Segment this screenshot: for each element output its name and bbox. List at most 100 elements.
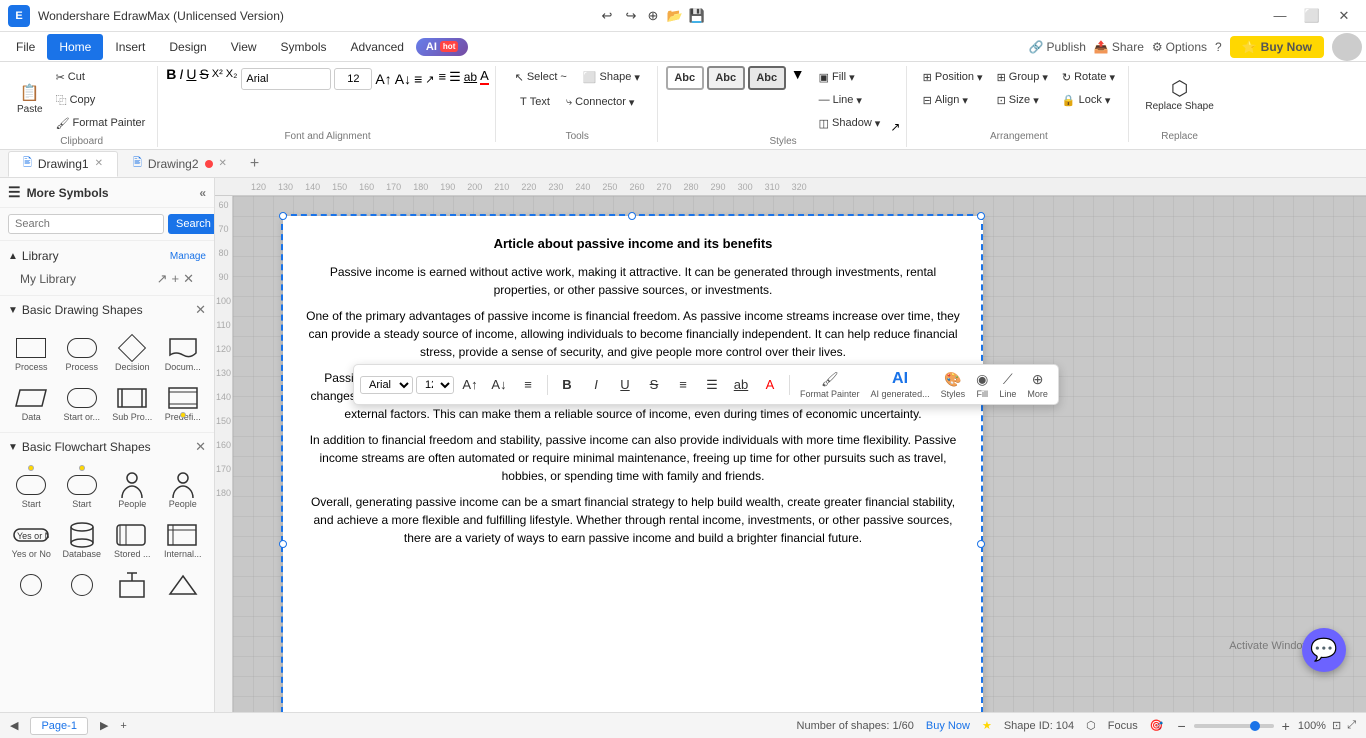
shadow-btn[interactable]: ◫ Shadow ▾ xyxy=(813,112,887,134)
basic-drawing-shapes-header[interactable]: ▼ Basic Drawing Shapes ✕ xyxy=(0,296,214,324)
add-tab-btn[interactable]: + xyxy=(242,151,267,177)
buy-now-btn[interactable]: ⭐ Buy Now xyxy=(1230,36,1324,58)
shape-item-data[interactable]: Data xyxy=(8,380,55,426)
bullet-icon[interactable]: ☰ xyxy=(449,69,461,85)
shape-item-start-end[interactable]: Start or... xyxy=(59,380,106,426)
undo-btn[interactable]: ↩ xyxy=(596,6,618,26)
fit-page-btn[interactable]: ⊡ xyxy=(1332,719,1341,732)
basic-flowchart-shapes-close-btn[interactable]: ✕ xyxy=(195,439,206,455)
align-btn[interactable]: ⊟ Align ▾ xyxy=(917,89,989,111)
minimize-btn[interactable]: — xyxy=(1266,5,1294,27)
size-btn[interactable]: ⊡ Size ▾ xyxy=(991,89,1054,111)
shape-item-extra4[interactable] xyxy=(160,567,207,603)
text-align-icon[interactable]: ≡ xyxy=(438,69,446,84)
maximize-btn[interactable]: ⬜ xyxy=(1298,5,1326,27)
close-tab-drawing1[interactable]: ✕ xyxy=(95,158,103,169)
rotate-btn[interactable]: ↻ Rotate ▾ xyxy=(1056,66,1121,88)
font-decrease-icon[interactable]: A↓ xyxy=(395,71,411,87)
panel-collapse-btn[interactable]: « xyxy=(199,186,206,200)
shape-btn[interactable]: ⬜ Shape ▾ xyxy=(577,66,646,88)
zoom-in-btn[interactable]: + xyxy=(1280,716,1292,736)
basic-flowchart-shapes-header[interactable]: ▼ Basic Flowchart Shapes ✕ xyxy=(0,433,214,461)
layers-icon[interactable]: ⬡ xyxy=(1086,719,1096,732)
redo-btn[interactable]: ↪ xyxy=(620,6,642,26)
new-tab-btn[interactable]: ⊕ xyxy=(642,6,664,26)
text-btn[interactable]: T Text xyxy=(514,91,556,113)
text-color-icon[interactable]: A xyxy=(480,68,489,85)
shape-item-yesno[interactable]: Yes or No Yes or No xyxy=(8,517,55,563)
underline2-icon[interactable]: ab xyxy=(464,70,477,84)
shape-item-subprocess[interactable]: Sub Pro... xyxy=(109,380,156,426)
select-btn[interactable]: ↖ Select ~ xyxy=(509,66,573,88)
shape-item-stored[interactable]: Stored ... xyxy=(109,517,156,563)
close-btn[interactable]: ✕ xyxy=(1330,5,1358,27)
ft-font-decrease-btn[interactable]: A↓ xyxy=(486,372,512,398)
style-swatch-2[interactable]: Abc xyxy=(707,66,745,90)
ft-more-btn[interactable]: ⊕ More xyxy=(1023,369,1052,401)
style-swatch-3[interactable]: Abc xyxy=(748,66,786,90)
fullscreen-btn[interactable]: ⤢ xyxy=(1347,719,1356,732)
ft-styles-btn[interactable]: 🎨 Styles xyxy=(937,369,970,401)
status-buy-now-btn[interactable]: Buy Now xyxy=(926,720,970,732)
shape-item-process2[interactable]: Process xyxy=(59,330,106,376)
fill-btn[interactable]: ▣ Fill ▾ xyxy=(813,66,887,88)
manage-btn[interactable]: Manage xyxy=(170,251,206,262)
ft-size-select[interactable]: 12 xyxy=(416,376,454,394)
font-size-input[interactable] xyxy=(334,68,372,90)
help-btn[interactable]: ? xyxy=(1215,40,1222,54)
my-library-export-btn[interactable]: ↗ xyxy=(157,271,168,287)
user-avatar[interactable] xyxy=(1332,33,1362,61)
shape-item-extra1[interactable] xyxy=(8,567,55,603)
my-library-add-btn[interactable]: + xyxy=(172,271,180,287)
canvas-content[interactable]: Article about passive income and its ben… xyxy=(233,196,1366,712)
add-page-btn[interactable]: + xyxy=(120,720,126,732)
shape-item-predefined[interactable]: Predefi... xyxy=(160,380,207,426)
close-tab-drawing2[interactable]: ✕ xyxy=(219,158,227,169)
library-header[interactable]: ▲ Library Manage xyxy=(8,245,206,267)
font-name-input[interactable] xyxy=(241,68,331,90)
options-btn[interactable]: ⚙ Options xyxy=(1152,40,1207,54)
shape-item-people1[interactable]: People xyxy=(109,467,156,513)
shape-item-document[interactable]: Docum... xyxy=(160,330,207,376)
ft-strike-btn[interactable]: S xyxy=(641,372,667,398)
ft-underline-btn[interactable]: U xyxy=(612,372,638,398)
ft-format-painter[interactable]: 🖌 Format Painter xyxy=(796,369,864,401)
page-tab[interactable]: Page-1 xyxy=(30,717,87,735)
ft-italic-btn[interactable]: I xyxy=(583,372,609,398)
connector-btn[interactable]: ⤷ Connector ▾ xyxy=(560,91,640,113)
publish-btn[interactable]: 🔗 Publish xyxy=(1029,40,1086,54)
tab-drawing1[interactable]: 🖹 Drawing1 ✕ xyxy=(8,151,118,177)
canvas-area[interactable]: 120 130 140 150 160 170 180 190 200 210 … xyxy=(215,178,1366,712)
ft-align-btn[interactable]: ≡ xyxy=(515,372,541,398)
chat-bubble-btn[interactable]: 💬 xyxy=(1302,628,1346,672)
page-nav-left-btn[interactable]: ◀ xyxy=(10,719,18,732)
ft-color-btn[interactable]: A xyxy=(757,372,783,398)
ft-line-btn[interactable]: ⟋ Line xyxy=(995,369,1020,401)
menu-view[interactable]: View xyxy=(219,34,269,60)
ft-bold-btn[interactable]: B xyxy=(554,372,580,398)
shape-item-decision[interactable]: Decision xyxy=(109,330,156,376)
cut-btn[interactable]: ✂ Cut xyxy=(50,66,152,88)
ft-fill-btn[interactable]: ◉ Fill xyxy=(972,369,992,401)
replace-shape-btn[interactable]: ⬡ Replace Shape xyxy=(1137,66,1221,126)
shape-item-people2[interactable]: People xyxy=(160,467,207,513)
ft-font-select[interactable]: Arial xyxy=(360,376,413,394)
menu-advanced[interactable]: Advanced xyxy=(339,34,416,60)
lock-btn[interactable]: 🔒 Lock ▾ xyxy=(1056,89,1121,111)
ft-list2-btn[interactable]: ☰ xyxy=(699,372,725,398)
search-btn[interactable]: Search xyxy=(168,214,215,234)
menu-symbols[interactable]: Symbols xyxy=(269,34,339,60)
zoom-out-btn[interactable]: − xyxy=(1175,716,1187,736)
share-btn[interactable]: 📤 Share xyxy=(1094,40,1144,54)
save-btn[interactable]: 💾 xyxy=(686,6,708,26)
line-btn[interactable]: — Line ▾ xyxy=(813,89,887,111)
tab-drawing2[interactable]: 🖹 Drawing2 ✕ xyxy=(118,151,242,177)
zoom-slider[interactable] xyxy=(1194,724,1274,728)
shape-item-extra3[interactable] xyxy=(109,567,156,603)
page-nav-right-btn[interactable]: ▶ xyxy=(100,719,108,732)
menu-design[interactable]: Design xyxy=(157,34,218,60)
menu-file[interactable]: File xyxy=(4,34,47,60)
ft-ai-btn[interactable]: AI AI generated... xyxy=(867,368,934,401)
font-increase-icon[interactable]: A↑ xyxy=(375,71,391,87)
expand-font-icon[interactable]: ↗ xyxy=(425,73,434,86)
